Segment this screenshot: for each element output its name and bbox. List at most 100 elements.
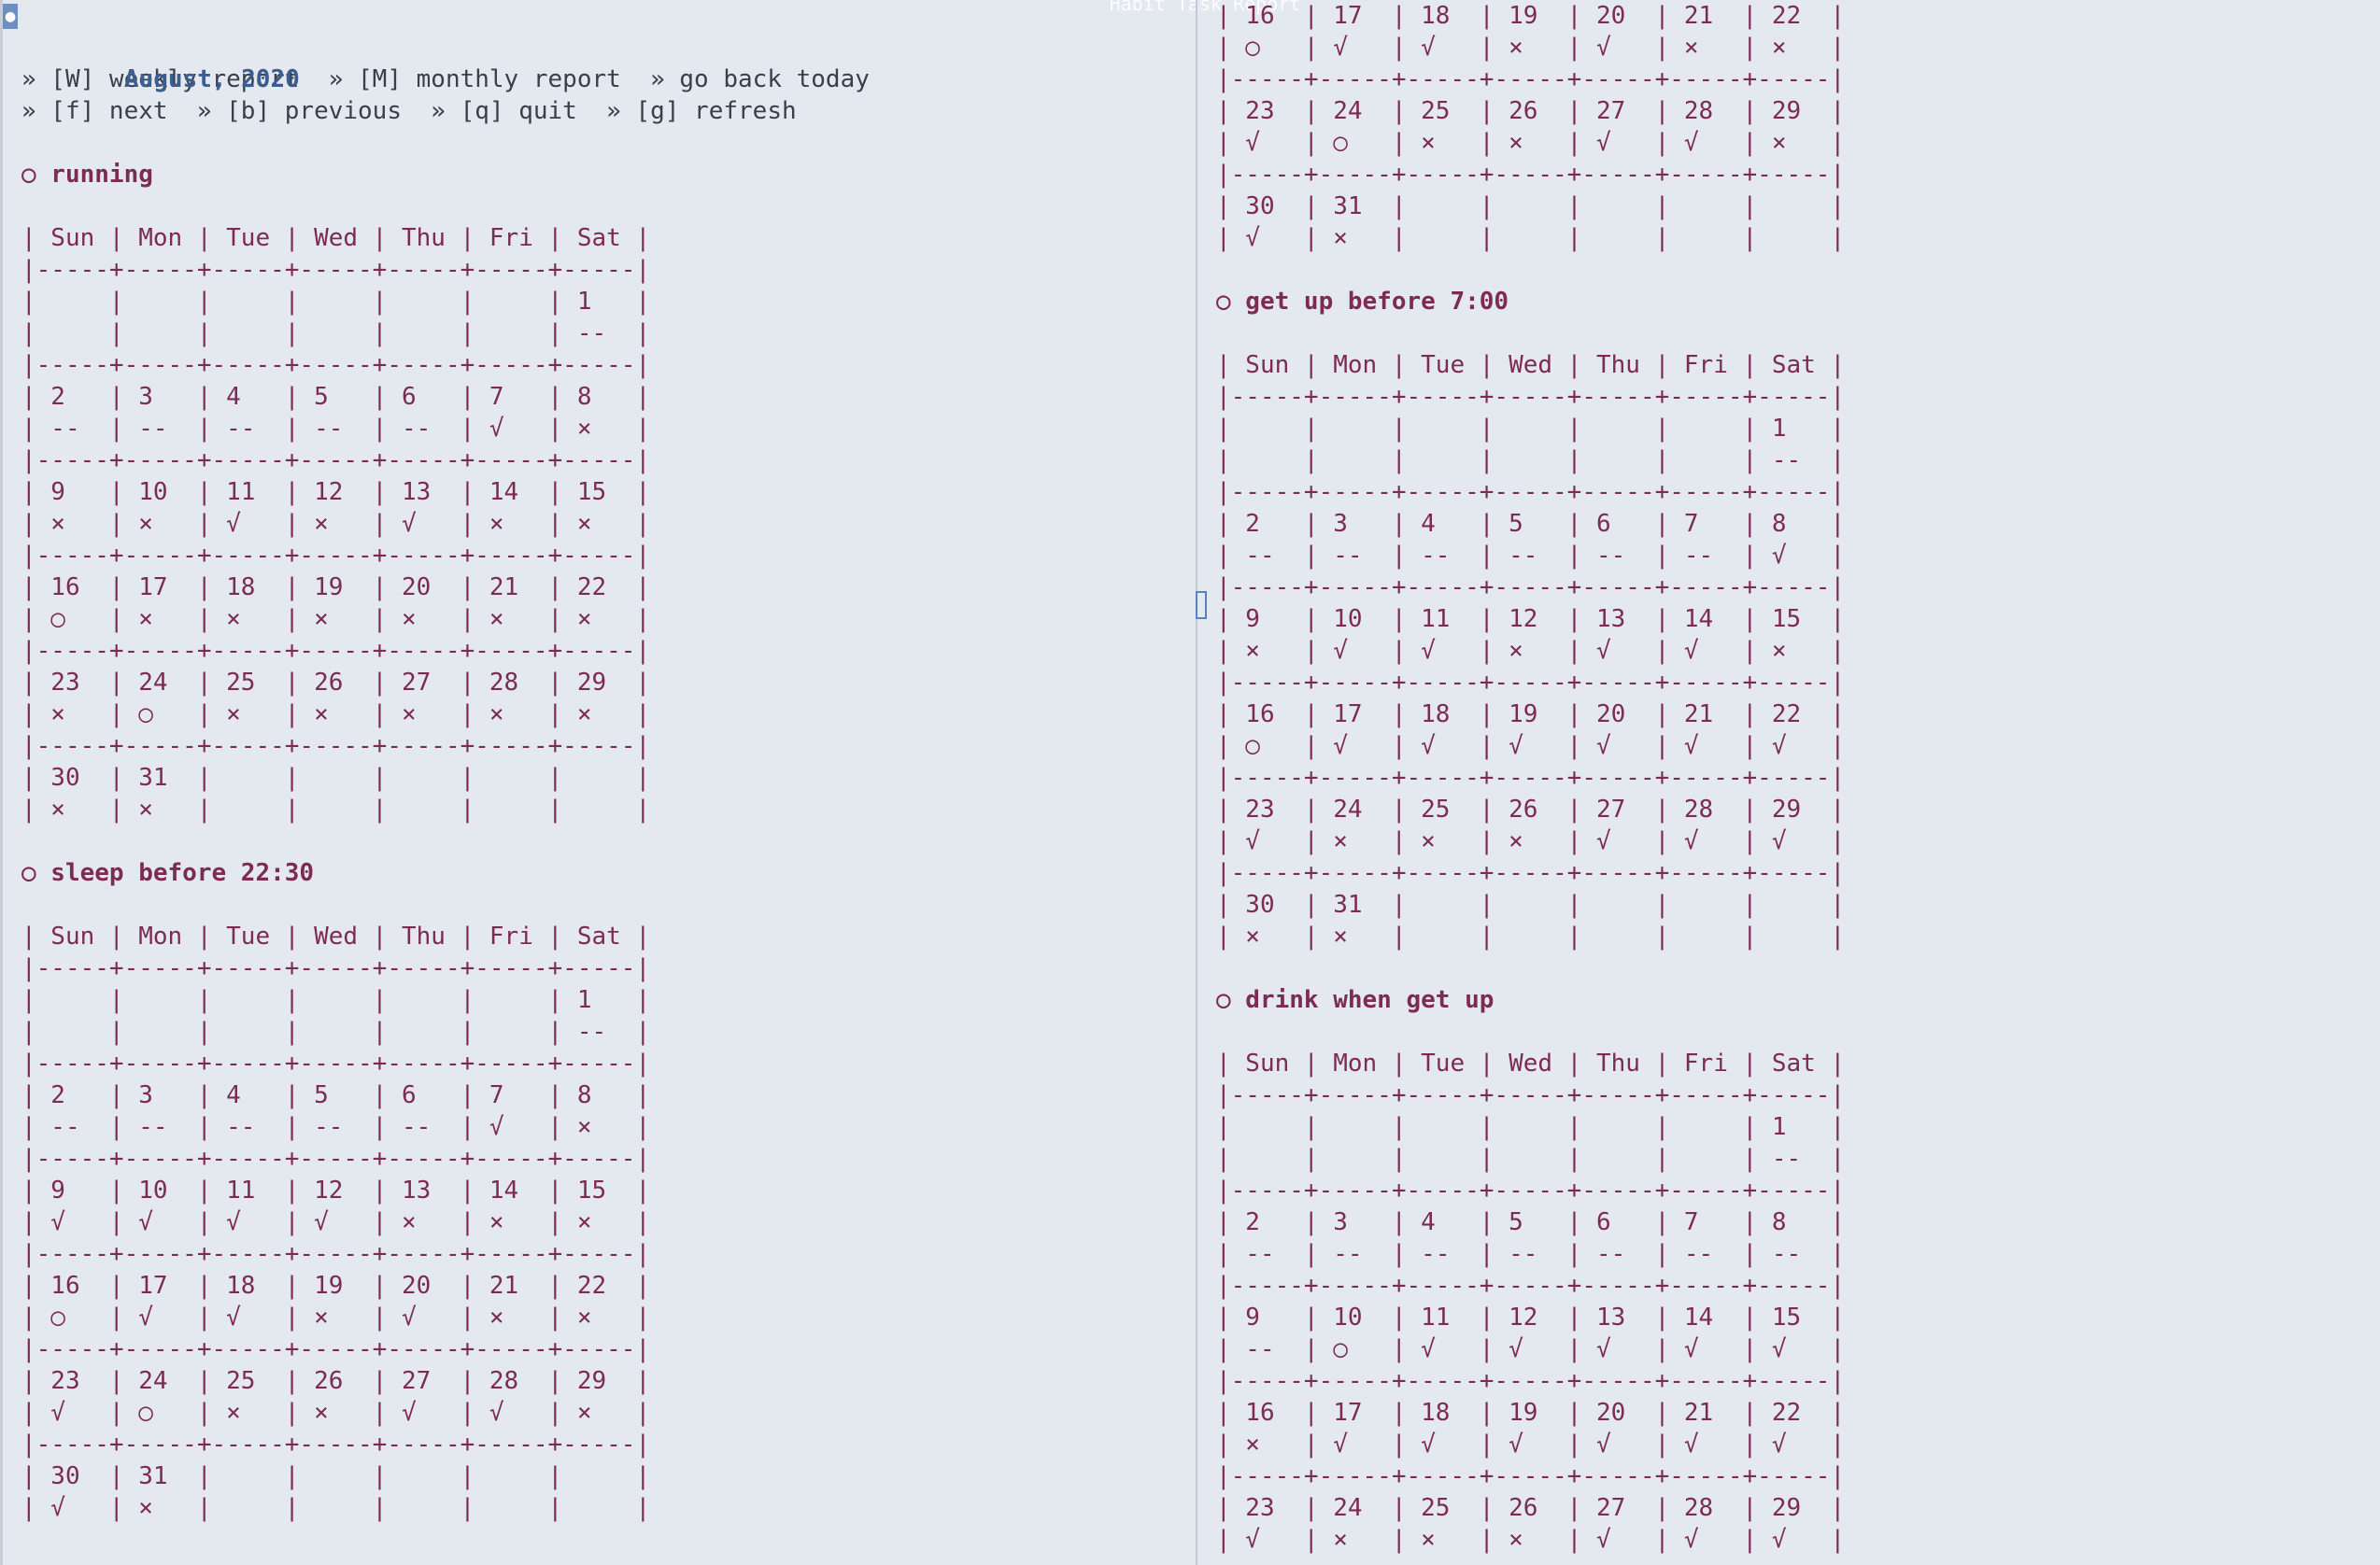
calendar-separator: |-----+-----+-----+-----+-----+-----+---… [21,351,651,379]
calendar-separator: |-----+-----+-----+-----+-----+-----+---… [21,1050,651,1078]
habit-3-week-2-days: | 2 | 3 | 4 | 5 | 6 | 7 | 8 | [1216,510,1846,538]
calendar-separator: |-----+-----+-----+-----+-----+-----+---… [21,1145,651,1173]
habit-3-week-6-days: | 30 | 31 | | | | | | [1216,891,1846,919]
habit-2-week-1-status: | | | | | | | -- | [21,1018,651,1046]
habit-3-week-2-status: | -- | -- | -- | -- | -- | -- | √ | [1216,542,1846,570]
habit-1-week-6-days: | 30 | 31 | | | | | | [21,764,651,792]
calendar-separator: |-----+-----+-----+-----+-----+-----+---… [1216,161,1846,189]
habit-4-week-1-status: | | | | | | | -- | [1216,1145,1846,1173]
habit-4-week-5-status: | √ | × | × | × | √ | √ | √ | [1216,1526,1846,1554]
habit-1-week-2-status: | -- | -- | -- | -- | -- | √ | × | [21,415,651,443]
habit-4-week-3-days: | 9 | 10 | 11 | 12 | 13 | 14 | 15 | [1216,1304,1846,1332]
calendar-header-row: | Sun | Mon | Tue | Wed | Thu | Fri | Sa… [21,923,651,951]
habit-4-week-4-status: | × | √ | √ | √ | √ | √ | √ | [1216,1431,1846,1459]
habit-2-week-4-days: | 16 | 17 | 18 | 19 | 20 | 21 | 22 | [21,1272,651,1300]
habit-2-cont-week-2-status: | √ | ○ | × | × | √ | √ | × | [1216,129,1846,157]
calendar-separator: |-----+-----+-----+-----+-----+-----+---… [1216,1462,1846,1490]
habit-2-week-6-status: | √ | × | | | | | | [21,1494,651,1522]
calendar-separator: |-----+-----+-----+-----+-----+-----+---… [21,1431,651,1459]
habit-1-week-6-status: | × | × | | | | | | [21,796,651,824]
menu-line-navigation[interactable]: » [f] next » [b] previous » [q] quit » [… [21,95,1196,127]
calendar-separator: |-----+-----+-----+-----+-----+-----+---… [1216,764,1846,792]
calendar-separator: |-----+-----+-----+-----+-----+-----+---… [21,954,651,982]
habit-3-week-4-status: | ○ | √ | √ | √ | √ | √ | √ | [1216,732,1846,760]
habit-2-cont-week-1-status: | ○ | √ | √ | × | √ | × | × | [1216,34,1846,62]
habit-3-week-4-days: | 16 | 17 | 18 | 19 | 20 | 21 | 22 | [1216,700,1846,728]
calendar-separator: |-----+-----+-----+-----+-----+-----+---… [21,732,651,760]
habit-2-week-3-days: | 9 | 10 | 11 | 12 | 13 | 14 | 15 | [21,1177,651,1205]
left-pane-content: ● August, 2020 » [W] weekly report » [M]… [3,0,1196,1556]
habit-4-week-1-days: | | | | | | | 1 | [1216,1113,1846,1141]
habit-2-cont-week-3-days: | 30 | 31 | | | | | | [1216,192,1846,220]
habit-4-title[interactable]: ○ drink when get up [1216,984,2380,1016]
window-cursor [1196,591,1207,619]
calendar-separator: |-----+-----+-----+-----+-----+-----+---… [1216,478,1846,506]
habit-3-week-3-status: | × | √ | √ | × | √ | √ | × | [1216,637,1846,665]
habit-2-cont-week-1-days: | 16 | 17 | 18 | 19 | 20 | 21 | 22 | [1216,2,1846,30]
right-pane-content: | 16 | 17 | 18 | 19 | 20 | 21 | 22 | | ○ … [1197,0,2380,1565]
habit-2-week-1-days: | | | | | | | 1 | [21,986,651,1014]
habit-2-cont-week-3-status: | √ | × | | | | | | [1216,224,1846,252]
habit-1-section: ○ running | Sun | Mon | Tue | Wed | Thu |… [21,159,1196,857]
habit-2-title[interactable]: ○ sleep before 22:30 [21,857,1196,889]
habit-3-section: ○ get up before 7:00 | Sun | Mon | Tue | … [1216,286,2380,984]
calendar-separator: |-----+-----+-----+-----+-----+-----+---… [21,1240,651,1268]
habit-1-week-3-status: | × | × | √ | × | √ | × | × | [21,510,651,538]
habit-3-week-1-status: | | | | | | | -- | [1216,446,1846,474]
habit-4-week-2-days: | 2 | 3 | 4 | 5 | 6 | 7 | 8 | [1216,1208,1846,1236]
calendar-separator: |-----+-----+-----+-----+-----+-----+---… [1216,65,1846,93]
calendar-header-row: | Sun | Mon | Tue | Wed | Thu | Fri | Sa… [1216,351,1846,379]
calendar-separator: |-----+-----+-----+-----+-----+-----+---… [21,637,651,665]
report-title-line: ● August, 2020 [3,0,1196,93]
page-title: August, 2020 [123,65,300,93]
calendar-separator: |-----+-----+-----+-----+-----+-----+---… [21,542,651,570]
calendar-separator: |-----+-----+-----+-----+-----+-----+---… [1216,859,1846,887]
habit-4-week-3-status: | -- | ○ | √ | √ | √ | √ | √ | [1216,1335,1846,1363]
habit-4-week-4-days: | 16 | 17 | 18 | 19 | 20 | 21 | 22 | [1216,1399,1846,1427]
right-pane[interactable]: | 16 | 17 | 18 | 19 | 20 | 21 | 22 | | ○ … [1196,0,2380,1565]
habit-2-week-2-status: | -- | -- | -- | -- | -- | √ | × | [21,1113,651,1141]
habit-3-week-5-status: | √ | × | × | × | √ | √ | √ | [1216,827,1846,855]
habit-1-week-1-days: | | | | | | | 1 | [21,288,651,316]
habit-1-week-2-days: | 2 | 3 | 4 | 5 | 6 | 7 | 8 | [21,383,651,411]
habit-1-week-4-days: | 16 | 17 | 18 | 19 | 20 | 21 | 22 | [21,573,651,601]
calendar-separator: |-----+-----+-----+-----+-----+-----+---… [21,446,651,474]
calendar-separator: |-----+-----+-----+-----+-----+-----+---… [1216,383,1846,411]
left-habit-list: ○ running | Sun | Mon | Tue | Wed | Thu |… [21,159,1196,1556]
calendar-header-row: | Sun | Mon | Tue | Wed | Thu | Fri | Sa… [1216,1050,1846,1078]
calendar-separator: |-----+-----+-----+-----+-----+-----+---… [1216,573,1846,601]
habit-2-week-6-days: | 30 | 31 | | | | | | [21,1462,651,1490]
calendar-separator: |-----+-----+-----+-----+-----+-----+---… [1216,669,1846,697]
habit-1-title[interactable]: ○ running [21,159,1196,190]
habit-1-week-5-status: | × | ○ | × | × | × | × | × | [21,700,651,728]
habit-4-week-2-status: | -- | -- | -- | -- | -- | -- | -- | [1216,1240,1846,1268]
habit-3-week-3-days: | 9 | 10 | 11 | 12 | 13 | 14 | 15 | [1216,605,1846,633]
calendar-separator: |-----+-----+-----+-----+-----+-----+---… [1216,1081,1846,1109]
habit-2-cont-week-2-days: | 23 | 24 | 25 | 26 | 27 | 28 | 29 | [1216,97,1846,125]
habit-2-week-4-status: | ○ | √ | √ | × | √ | × | × | [21,1304,651,1332]
calendar-separator: |-----+-----+-----+-----+-----+-----+---… [1216,1272,1846,1300]
habit-1-week-5-days: | 23 | 24 | 25 | 26 | 27 | 28 | 29 | [21,669,651,697]
habit-3-week-1-days: | | | | | | | 1 | [1216,415,1846,443]
habit-4-week-5-days: | 23 | 24 | 25 | 26 | 27 | 28 | 29 | [1216,1494,1846,1522]
left-pane[interactable]: ● August, 2020 » [W] weekly report » [M]… [0,0,1196,1565]
calendar-separator: |-----+-----+-----+-----+-----+-----+---… [1216,1177,1846,1205]
calendar-separator: |-----+-----+-----+-----+-----+-----+---… [21,1335,651,1363]
calendar-separator: |-----+-----+-----+-----+-----+-----+---… [21,256,651,284]
habit-4-section: ○ drink when get up | Sun | Mon | Tue | W… [1216,984,2380,1565]
habit-1-week-3-days: | 9 | 10 | 11 | 12 | 13 | 14 | 15 | [21,478,651,506]
habit-2-continued-section: | 16 | 17 | 18 | 19 | 20 | 21 | 22 | | ○ … [1216,0,2380,286]
cursor-icon: ● [3,4,18,29]
calendar-separator: |-----+-----+-----+-----+-----+-----+---… [1216,1367,1846,1395]
habit-2-week-5-days: | 23 | 24 | 25 | 26 | 27 | 28 | 29 | [21,1367,651,1395]
habit-2-week-2-days: | 2 | 3 | 4 | 5 | 6 | 7 | 8 | [21,1081,651,1109]
habit-3-week-5-days: | 23 | 24 | 25 | 26 | 27 | 28 | 29 | [1216,796,1846,824]
habit-2-week-5-status: | √ | ○ | × | × | √ | √ | × | [21,1399,651,1427]
calendar-header-row: | Sun | Mon | Tue | Wed | Thu | Fri | Sa… [21,224,651,252]
habit-3-title[interactable]: ○ get up before 7:00 [1216,286,2380,317]
habit-2-week-3-status: | √ | √ | √ | √ | × | × | × | [21,1208,651,1236]
habit-3-week-6-status: | × | × | | | | | | [1216,923,1846,951]
habit-1-week-1-status: | | | | | | | -- | [21,319,651,347]
habit-2-section: ○ sleep before 22:30 | Sun | Mon | Tue | … [21,857,1196,1556]
habit-1-week-4-status: | ○ | × | × | × | × | × | × | [21,605,651,633]
